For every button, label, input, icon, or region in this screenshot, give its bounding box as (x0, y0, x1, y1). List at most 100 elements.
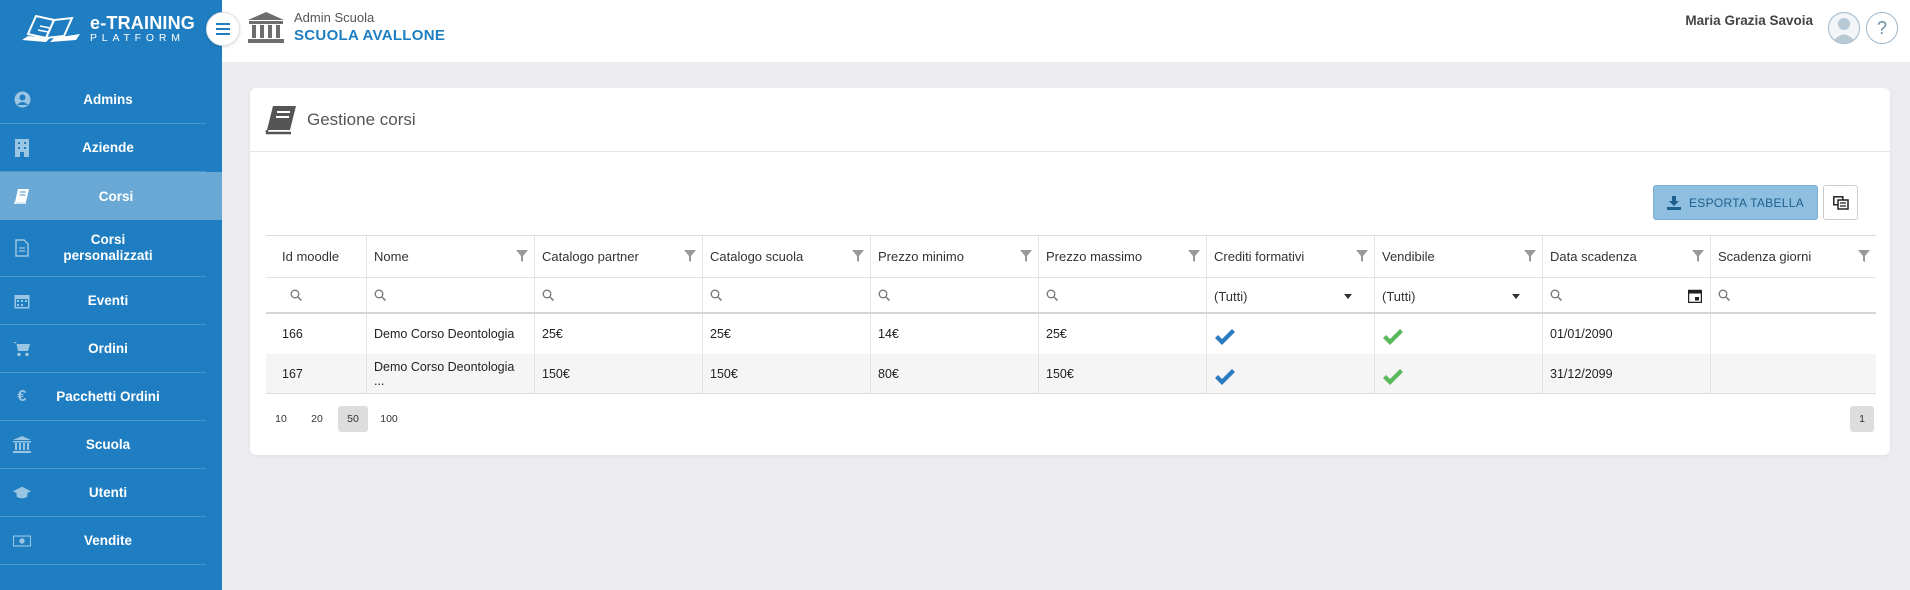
help-button[interactable]: ? (1866, 12, 1898, 44)
sidebar-item-ordini[interactable]: Ordini (0, 325, 206, 373)
sidebar-nav: Admins Aziende Corsi Corsi personalizzat… (0, 76, 222, 565)
column-header-label: Catalogo scuola (710, 249, 804, 264)
filter-icon[interactable] (1356, 250, 1368, 262)
column-header-vendibile[interactable]: Vendibile (1375, 236, 1543, 277)
column-header-catalogo-scuola[interactable]: Catalogo scuola (703, 236, 871, 277)
column-header-nome[interactable]: Nome (367, 236, 535, 277)
page-size-100[interactable]: 100 (374, 406, 404, 432)
cell-data-scadenza: 01/01/2090 (1543, 314, 1711, 354)
card-header: Gestione corsi (250, 88, 1890, 152)
user-name[interactable]: Maria Grazia Savoia (1685, 13, 1813, 28)
column-header-label: Catalogo partner (542, 249, 639, 264)
page-title: Gestione corsi (307, 109, 416, 129)
sidebar-item-aziende[interactable]: Aziende (0, 124, 206, 172)
building-icon (13, 138, 31, 157)
filter-icon[interactable] (1188, 250, 1200, 262)
column-header-prezzo-minimo[interactable]: Prezzo minimo (871, 236, 1039, 277)
column-header-crediti-formativi[interactable]: Crediti formativi (1207, 236, 1375, 277)
cell-crediti-formativi (1207, 354, 1375, 393)
cell-vendibile (1375, 314, 1543, 354)
column-header-prezzo-massimo[interactable]: Prezzo massimo (1039, 236, 1207, 277)
search-icon (290, 289, 302, 301)
column-header-label: Data scadenza (1550, 249, 1637, 264)
filter-icon[interactable] (852, 250, 864, 262)
page-size-50[interactable]: 50 (338, 406, 368, 432)
filter-icon[interactable] (1692, 250, 1704, 262)
sidebar-item-pacchetti-ordini[interactable]: € Pacchetti Ordini (0, 373, 206, 421)
filter-vendibile[interactable]: (Tutti) (1375, 278, 1543, 312)
filter-id-moodle[interactable] (266, 278, 367, 312)
sidebar-item-label: Ordini (88, 341, 128, 356)
top-header: Admin Scuola SCUOLA AVALLONE Maria Grazi… (222, 0, 1910, 62)
avatar[interactable] (1828, 12, 1860, 44)
school-role: Admin Scuola (294, 10, 375, 25)
filter-prezzo-minimo[interactable] (871, 278, 1039, 312)
filter-icon[interactable] (1524, 250, 1536, 262)
sidebar-item-label: Aziende (82, 140, 134, 155)
page-size-20[interactable]: 20 (302, 406, 332, 432)
user-circle-icon (13, 91, 31, 109)
filter-data-scadenza[interactable] (1543, 278, 1711, 312)
export-label: ESPORTA TABELLA (1689, 195, 1804, 210)
cell-prezzo-minimo: 80€ (871, 354, 1039, 393)
bank-icon (248, 12, 284, 43)
courses-card: Gestione corsi ESPORTA TABELLA Id moodle… (250, 88, 1890, 455)
table-row[interactable]: 167 Demo Corso Deontologia ... 150€ 150€… (266, 354, 1876, 394)
sidebar-item-label: Scuola (85, 437, 131, 452)
sidebar-item-label: Utenti (88, 485, 128, 500)
cell-scadenza-giorni (1711, 354, 1876, 393)
column-header-label: Nome (374, 249, 409, 264)
sidebar-item-scuola[interactable]: Scuola (0, 421, 206, 469)
column-header-catalogo-partner[interactable]: Catalogo partner (535, 236, 703, 277)
filter-crediti-formativi[interactable]: (Tutti) (1207, 278, 1375, 312)
hamburger-icon (216, 28, 230, 30)
sidebar-item-corsi[interactable]: Corsi (0, 172, 222, 220)
brand-logo[interactable]: e-TRAINING PLATFORM (0, 0, 222, 58)
filter-icon[interactable] (684, 250, 696, 262)
sidebar-item-utenti[interactable]: Utenti (0, 469, 206, 517)
cell-prezzo-massimo: 25€ (1039, 314, 1207, 354)
sidebar-item-label: Pacchetti Ordini (56, 389, 160, 404)
menu-toggle-button[interactable] (206, 12, 240, 46)
check-icon (1215, 368, 1235, 385)
column-header-label: Prezzo minimo (878, 249, 964, 264)
check-icon (1383, 329, 1403, 345)
filter-prezzo-massimo[interactable] (1039, 278, 1207, 312)
column-header-id-moodle[interactable]: Id moodle (266, 236, 367, 277)
column-header-scadenza-giorni[interactable]: Scadenza giorni (1711, 236, 1876, 277)
page-size-10[interactable]: 10 (266, 406, 296, 432)
calendar-icon[interactable] (1688, 289, 1702, 303)
sidebar-item-admins[interactable]: Admins (0, 76, 206, 124)
sidebar-item-corsi-personalizzati[interactable]: Corsi personalizzati (0, 220, 206, 277)
column-header-label: Scadenza giorni (1718, 249, 1812, 264)
crediti-select[interactable]: (Tutti) (1214, 289, 1358, 304)
vendibile-select[interactable]: (Tutti) (1382, 289, 1526, 304)
select-value: (Tutti) (1382, 289, 1416, 304)
column-chooser-button[interactable] (1823, 185, 1858, 220)
sidebar-item-vendite[interactable]: Vendite (0, 517, 206, 565)
calendar-icon (13, 292, 31, 310)
brand-sub: PLATFORM (90, 32, 185, 45)
filter-catalogo-scuola[interactable] (703, 278, 871, 312)
filter-nome[interactable] (367, 278, 535, 312)
cell-nome: Demo Corso Deontologia ... (367, 354, 535, 393)
sidebar-item-label: Vendite (83, 533, 132, 548)
table-row[interactable]: 166 Demo Corso Deontologia 25€ 25€ 14€ 2… (266, 314, 1876, 354)
search-icon (878, 289, 890, 301)
check-icon (1215, 329, 1235, 345)
money-icon (13, 532, 31, 550)
filter-icon[interactable] (1020, 250, 1032, 262)
export-table-button[interactable]: ESPORTA TABELLA (1653, 185, 1818, 220)
column-header-data-scadenza[interactable]: Data scadenza (1543, 236, 1711, 277)
cell-id: 167 (266, 354, 367, 393)
table-header-row: Id moodle Nome Catalogo partner Catalogo… (266, 236, 1876, 278)
filter-icon[interactable] (516, 250, 528, 262)
sidebar-item-label: Eventi (87, 293, 129, 308)
page-number-1[interactable]: 1 (1850, 406, 1874, 432)
column-header-label: Prezzo massimo (1046, 249, 1143, 264)
filter-scadenza-giorni[interactable] (1711, 278, 1876, 312)
sidebar-item-eventi[interactable]: Eventi (0, 277, 206, 325)
filter-catalogo-partner[interactable] (535, 278, 703, 312)
sidebar-item-label: Corsi (98, 188, 134, 204)
filter-icon[interactable] (1858, 250, 1870, 262)
